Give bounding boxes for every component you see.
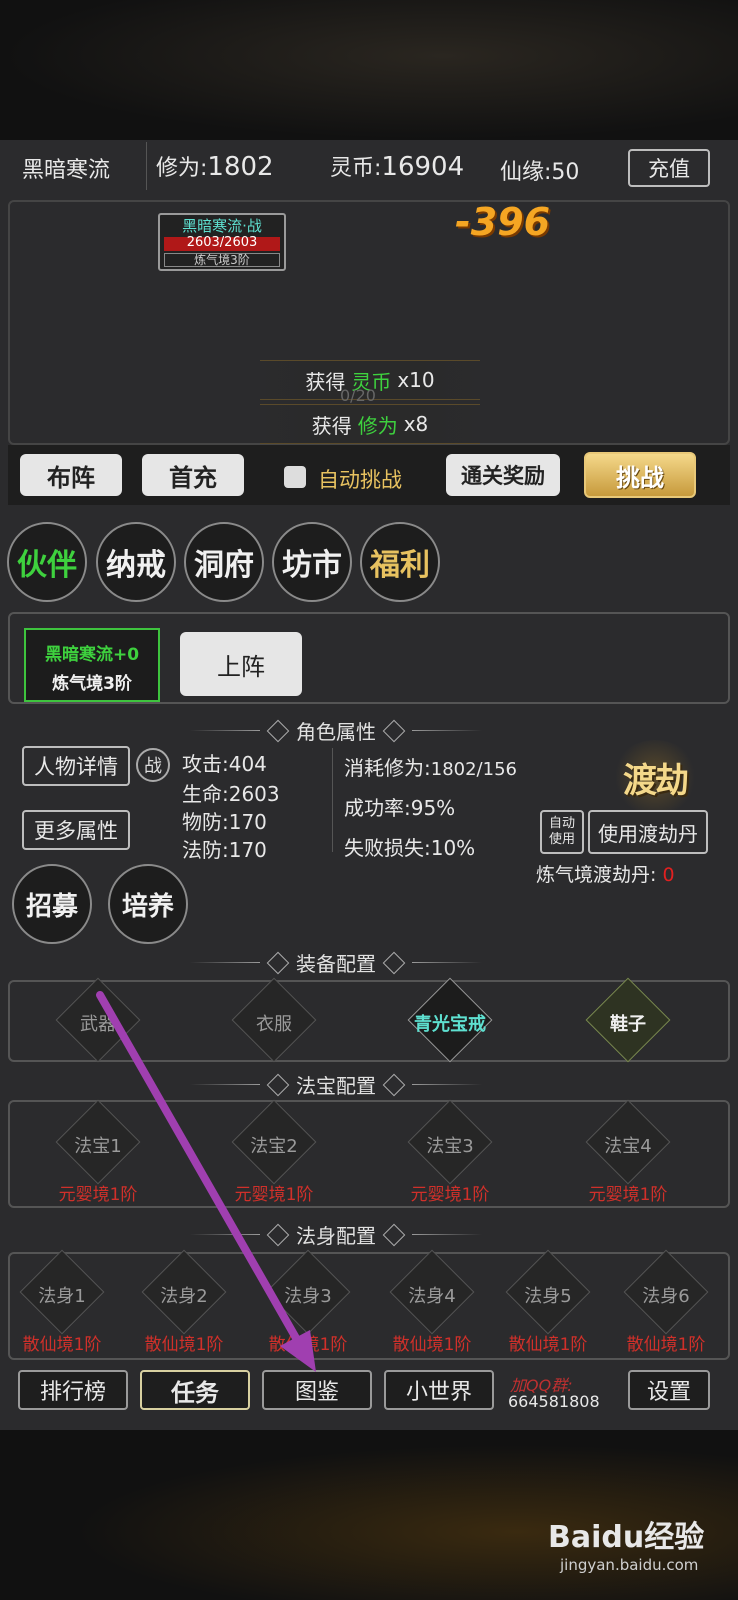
watermark-brand: Baidu经验 [548,1520,705,1555]
watermark-url: jingyan.baidu.com [560,1556,699,1574]
annotation-arrow [96,991,316,1372]
